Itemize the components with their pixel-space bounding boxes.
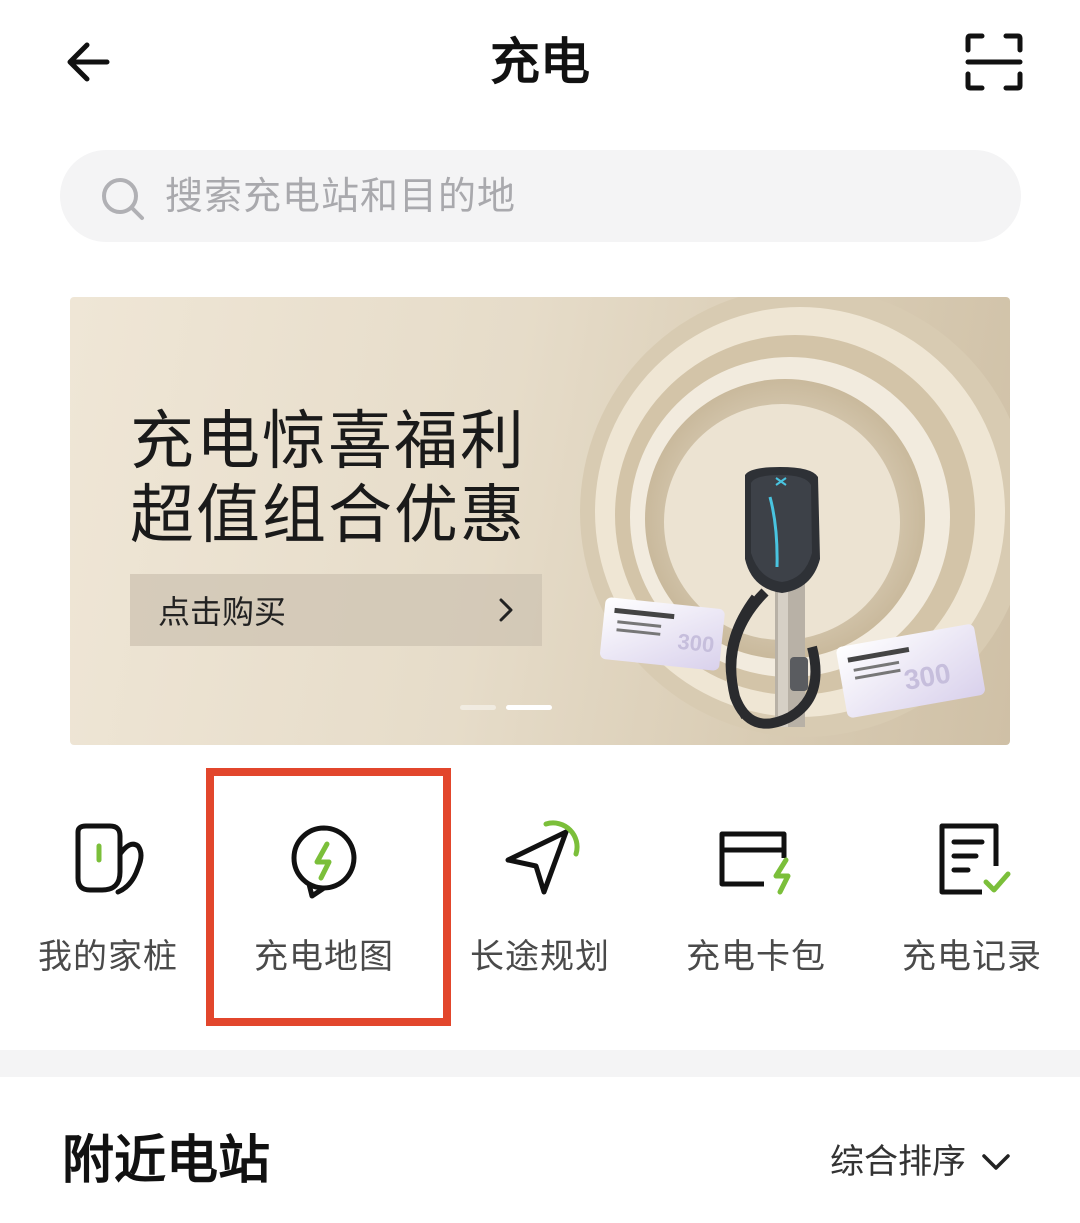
charging-map-pin-icon — [291, 825, 357, 899]
action-charging-map[interactable]: 充电地图 — [216, 770, 432, 1025]
top-bar: 充电 — [0, 0, 1080, 125]
navigation-arrow-icon — [505, 820, 580, 895]
scan-button[interactable] — [962, 30, 1026, 94]
home-charger-icon — [75, 823, 144, 895]
sort-label: 综合排序 — [830, 1142, 966, 1182]
nearby-stations-title: 附近电站 — [62, 1131, 271, 1191]
scan-icon — [965, 33, 1023, 91]
chevron-down-icon — [982, 1154, 1010, 1170]
action-my-home-charger[interactable]: 我的家桩 — [0, 770, 216, 1025]
section-divider — [0, 1050, 1080, 1077]
action-label-charging-records: 充电记录 — [902, 937, 1042, 977]
charging-card-icon — [719, 831, 791, 895]
action-label-my-home-charger: 我的家桩 — [38, 937, 178, 977]
pagination-dot — [460, 705, 496, 710]
action-charging-records[interactable]: 充电记录 — [864, 770, 1080, 1025]
search-placeholder: 搜索充电站和目的地 — [165, 174, 517, 218]
charger-illustration: 300 300 — [580, 297, 1010, 737]
pagination-dot-active — [506, 705, 552, 710]
card-value-left: 300 — [676, 629, 715, 658]
action-label-charging-card-wallet: 充电卡包 — [686, 937, 826, 977]
action-long-trip-planning[interactable]: 长途规划 — [432, 770, 648, 1025]
quick-actions: 我的家桩 充电地图 长途规划 充电卡包 充电记录 — [0, 770, 1080, 1025]
banner-title-line-2: 超值组合优惠 — [130, 479, 526, 553]
banner-title: 充电惊喜福利 超值组合优惠 — [130, 405, 526, 553]
sort-dropdown[interactable]: 综合排序 — [830, 1140, 1012, 1184]
promo-banner[interactable]: 充电惊喜福利 超值组合优惠 点击购买 300 300 — [70, 297, 1010, 745]
action-label-long-trip-planning: 长途规划 — [470, 937, 610, 977]
banner-pagination — [460, 705, 552, 713]
buy-now-label: 点击购买 — [158, 593, 287, 631]
charging-record-icon — [939, 823, 1011, 895]
search-icon — [102, 178, 144, 220]
page-title: 充电 — [490, 33, 590, 91]
action-charging-card-wallet[interactable]: 充电卡包 — [648, 770, 864, 1025]
buy-now-button[interactable]: 点击购买 — [130, 574, 542, 646]
action-label-charging-map: 充电地图 — [254, 937, 394, 977]
banner-title-line-1: 充电惊喜福利 — [130, 405, 526, 479]
chevron-right-icon — [499, 598, 513, 622]
